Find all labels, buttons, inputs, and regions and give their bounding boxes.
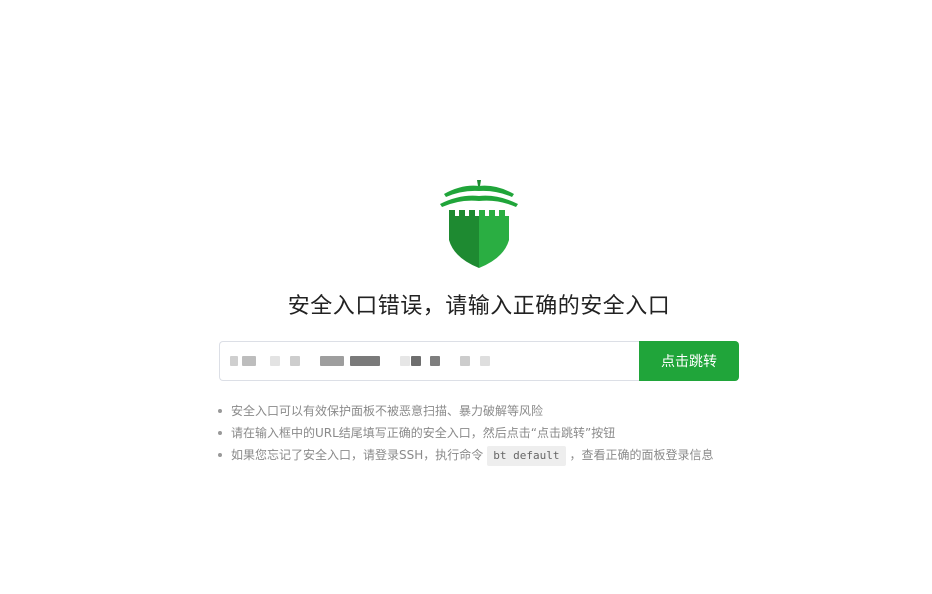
- tip-item: 如果您忘记了安全入口，请登录SSH，执行命令 bt default ，查看正确的面板…: [218, 444, 714, 466]
- entry-form: 点击跳转: [219, 341, 739, 381]
- command-code: bt default: [487, 446, 566, 466]
- url-input[interactable]: [219, 341, 639, 381]
- tip-item: 安全入口可以有效保护面板不被恶意扫描、暴力破解等风险: [218, 400, 714, 422]
- security-entry-error-page: 安全入口错误，请输入正确的安全入口 点击跳转 安全入口可以有效保护面板不被恶意扫…: [0, 0, 932, 594]
- tip-item: 请在输入框中的URL结尾填写正确的安全入口，然后点击“点击跳转”按钮: [218, 422, 714, 444]
- shield-castle-icon: [440, 180, 518, 268]
- tip-text: ，查看正确的面板登录信息: [569, 448, 714, 462]
- tip-text: 如果您忘记了安全入口，请登录SSH，执行命令: [231, 448, 484, 462]
- tip-text: 请在输入框中的URL结尾填写正确的安全入口，然后点击“点击跳转”按钮: [231, 426, 616, 440]
- tips-list: 安全入口可以有效保护面板不被恶意扫描、暴力破解等风险 请在输入框中的URL结尾填…: [218, 400, 714, 466]
- tip-text: 安全入口可以有效保护面板不被恶意扫描、暴力破解等风险: [231, 404, 544, 418]
- page-title: 安全入口错误，请输入正确的安全入口: [287, 294, 671, 319]
- jump-button[interactable]: 点击跳转: [639, 341, 739, 381]
